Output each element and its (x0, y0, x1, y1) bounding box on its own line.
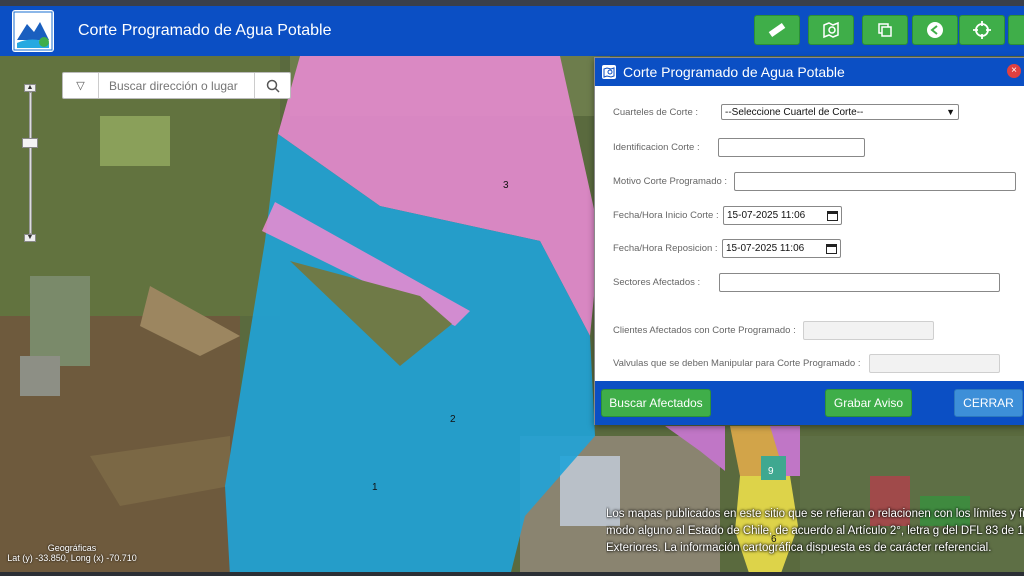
address-search: ▽ (62, 72, 291, 99)
search-button[interactable] (254, 73, 290, 98)
map-bottom-border (0, 572, 1024, 576)
dialog-header[interactable]: Corte Programado de Agua Potable × (595, 58, 1024, 86)
zone-label-9: 9 (768, 466, 774, 477)
dialog-body: Cuarteles de Corte : --Seleccione Cuarte… (595, 86, 1024, 381)
disclaimer-line: modo alguno al Estado de Chile, de acuer… (606, 525, 1024, 537)
disclaimer-line: Exteriores. La información cartográfica … (606, 542, 992, 554)
zone-label-3: 3 (503, 180, 509, 191)
clientes-label: Clientes Afectados con Corte Programado … (613, 325, 796, 336)
map-disclaimer: Los mapas publicados en este sitio que s… (606, 506, 1024, 557)
chevron-down-icon: ▽ (76, 80, 85, 92)
search-affected-button[interactable]: Buscar Afectados (601, 389, 711, 417)
dialog-title: Corte Programado de Agua Potable (623, 64, 845, 80)
app-logo (12, 10, 54, 52)
dialog-footer: Buscar Afectados Grabar Aviso CERRAR (595, 381, 1024, 425)
zoom-handle[interactable] (22, 138, 38, 148)
close-button[interactable]: CERRAR (954, 389, 1023, 417)
inicio-datetime-field[interactable]: 15-07-2025 11:06 (723, 206, 842, 225)
clientes-field (803, 321, 934, 340)
copy-layers-button[interactable] (862, 15, 908, 45)
ruler-button[interactable] (754, 15, 800, 45)
crosshair-icon (973, 21, 991, 39)
search-type-dropdown[interactable]: ▽ (63, 73, 99, 98)
ruler-icon (768, 22, 786, 38)
zoom-in-button[interactable]: ▲ (24, 84, 36, 92)
reposicion-datetime-value: 15-07-2025 11:06 (726, 243, 805, 254)
app-header: Corte Programado de Agua Potable (0, 6, 1024, 56)
save-notice-button[interactable]: Grabar Aviso (825, 389, 912, 417)
motivo-label: Motivo Corte Programado : (613, 176, 728, 187)
valvulas-field (869, 354, 1000, 373)
identificacion-field[interactable] (718, 138, 865, 157)
chevron-down-icon: ▼ (946, 107, 955, 117)
extra-toolbar-button[interactable] (1008, 15, 1024, 45)
reposicion-label: Fecha/Hora Reposicion : (613, 243, 718, 254)
disclaimer-line: Los mapas publicados en este sitio que s… (606, 508, 1024, 520)
sectores-field[interactable] (719, 273, 1000, 292)
zone-label-1: 1 (372, 482, 378, 493)
map-search-icon (602, 65, 616, 79)
coordinates-readout: Geográficas Lat (y) -33.850, Long (x) -7… (6, 543, 138, 563)
sectores-label: Sectores Afectados : (613, 277, 701, 288)
motivo-field[interactable] (734, 172, 1016, 191)
scheduled-cut-dialog: Corte Programado de Agua Potable × Cuart… (594, 57, 1024, 425)
calendar-icon[interactable] (827, 210, 838, 221)
calendar-icon[interactable] (826, 243, 837, 254)
search-input[interactable] (99, 73, 254, 98)
inicio-datetime-value: 15-07-2025 11:06 (727, 210, 806, 221)
app-title: Corte Programado de Agua Potable (78, 22, 332, 39)
cuarteles-select[interactable]: --Seleccione Cuartel de Corte-- ▼ (721, 104, 959, 120)
coordinates-value: Lat (y) -33.850, Long (x) -70.710 (7, 553, 137, 563)
zoom-out-button[interactable]: ▼ (24, 234, 36, 242)
zoom-slider[interactable]: ▲ ▼ (22, 82, 38, 242)
valvulas-label: Valvulas que se deben Manipular para Cor… (613, 358, 861, 369)
copy-icon (878, 23, 892, 37)
map-search-icon (823, 21, 839, 39)
back-button[interactable] (912, 15, 958, 45)
arrow-left-icon (927, 22, 943, 38)
zoom-track[interactable] (29, 92, 32, 234)
identificacion-label: Identificacion Corte : (613, 142, 700, 153)
reposicion-datetime-field[interactable]: 15-07-2025 11:06 (722, 239, 841, 258)
map-search-button[interactable] (808, 15, 854, 45)
coordinates-title: Geográficas (47, 543, 97, 553)
close-icon[interactable]: × (1007, 64, 1021, 78)
inicio-label: Fecha/Hora Inicio Corte : (613, 210, 719, 221)
cuarteles-label: Cuarteles de Corte : (613, 107, 699, 118)
locate-button[interactable] (959, 15, 1005, 45)
cuarteles-selected-value: --Seleccione Cuartel de Corte-- (725, 106, 864, 118)
zone-label-2: 2 (450, 414, 456, 425)
search-icon (266, 79, 280, 93)
